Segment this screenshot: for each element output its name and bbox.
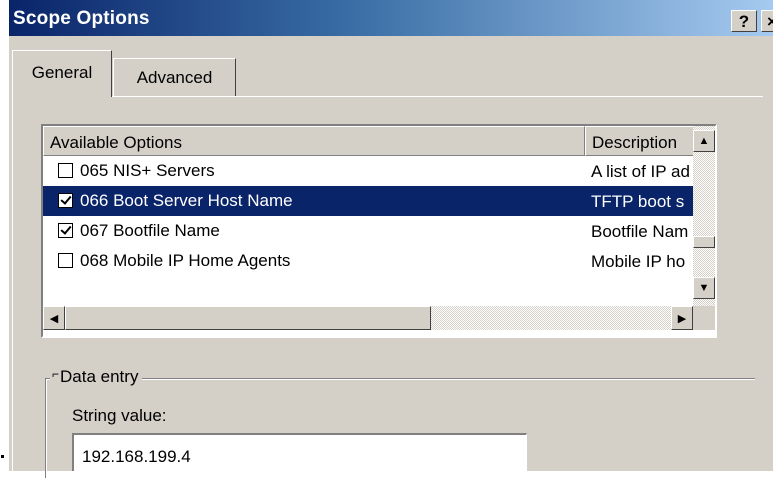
data-entry-label-text: Data entry bbox=[60, 367, 139, 386]
list-item-068[interactable]: 068 Mobile IP Home Agents Mobile IP ho bbox=[43, 246, 693, 276]
arrow-right-icon: ▶ bbox=[677, 312, 687, 325]
option-label: 067 Bootfile Name bbox=[80, 221, 220, 240]
available-options-list[interactable]: Available Options Description 065 NIS+ S… bbox=[41, 124, 717, 338]
close-button[interactable]: × bbox=[761, 10, 773, 32]
help-icon: ? bbox=[738, 11, 750, 31]
list-item-065[interactable]: 065 NIS+ Servers A list of IP ad bbox=[43, 156, 693, 186]
close-icon: × bbox=[767, 13, 773, 30]
scroll-left-button[interactable]: ◀ bbox=[43, 306, 65, 330]
option-name-cell: 066 Boot Server Host Name bbox=[43, 186, 585, 216]
option-label: 065 NIS+ Servers bbox=[80, 161, 215, 180]
column-header-available-options[interactable]: Available Options bbox=[43, 126, 585, 156]
arrow-down-icon: ▼ bbox=[698, 282, 710, 294]
option-description: Mobile IP ho bbox=[591, 252, 686, 271]
option-checkbox-068[interactable] bbox=[58, 253, 73, 268]
option-label: 068 Mobile IP Home Agents bbox=[80, 251, 291, 270]
scroll-up-button[interactable]: ▲ bbox=[693, 130, 715, 152]
title-bar[interactable]: Scope Options ? × bbox=[9, 0, 773, 36]
string-value-label: String value: bbox=[72, 406, 167, 425]
help-button[interactable]: ? bbox=[731, 10, 757, 32]
list-item-067[interactable]: 067 Bootfile Name Bootfile Nam bbox=[43, 216, 693, 246]
option-checkbox-066[interactable] bbox=[58, 193, 73, 208]
tab-general[interactable]: General bbox=[12, 50, 112, 97]
list-header: Available Options Description bbox=[43, 126, 715, 156]
dialog-title: Scope Options bbox=[13, 8, 150, 29]
option-name-cell: 065 NIS+ Servers bbox=[43, 156, 585, 186]
horizontal-scroll-thumb[interactable] bbox=[65, 306, 431, 330]
vertical-scroll-thumb[interactable] bbox=[693, 236, 715, 248]
option-checkbox-067[interactable] bbox=[58, 223, 73, 238]
tab-advanced-label: Advanced bbox=[136, 68, 213, 87]
option-name-cell: 067 Bootfile Name bbox=[43, 216, 585, 246]
scroll-right-button[interactable]: ▶ bbox=[671, 306, 693, 330]
scroll-down-button[interactable]: ▼ bbox=[693, 277, 715, 299]
stray-dot bbox=[1, 455, 4, 458]
tab-general-label: General bbox=[31, 63, 93, 82]
option-checkbox-065[interactable] bbox=[58, 163, 73, 178]
arrow-up-icon: ▲ bbox=[698, 135, 710, 147]
option-label: 066 Boot Server Host Name bbox=[80, 191, 293, 210]
option-description: A list of IP ad bbox=[591, 162, 690, 181]
vertical-scrollbar[interactable]: ▲ ▼ bbox=[693, 126, 715, 306]
group-corner-icon: ⌐ bbox=[52, 367, 60, 381]
string-value-input[interactable] bbox=[72, 433, 527, 471]
list-item-066[interactable]: 066 Boot Server Host Name TFTP boot s bbox=[43, 186, 693, 216]
scrollbar-corner bbox=[693, 306, 715, 330]
option-description: TFTP boot s bbox=[585, 186, 693, 216]
data-entry-group-label: ⌐Data entry bbox=[50, 367, 143, 387]
horizontal-scrollbar[interactable]: ◀ ▶ bbox=[43, 306, 693, 330]
tab-advanced[interactable]: Advanced bbox=[113, 58, 236, 96]
option-name-cell: 068 Mobile IP Home Agents bbox=[43, 246, 585, 276]
arrow-left-icon: ◀ bbox=[49, 312, 59, 325]
option-description: Bootfile Nam bbox=[591, 222, 689, 241]
